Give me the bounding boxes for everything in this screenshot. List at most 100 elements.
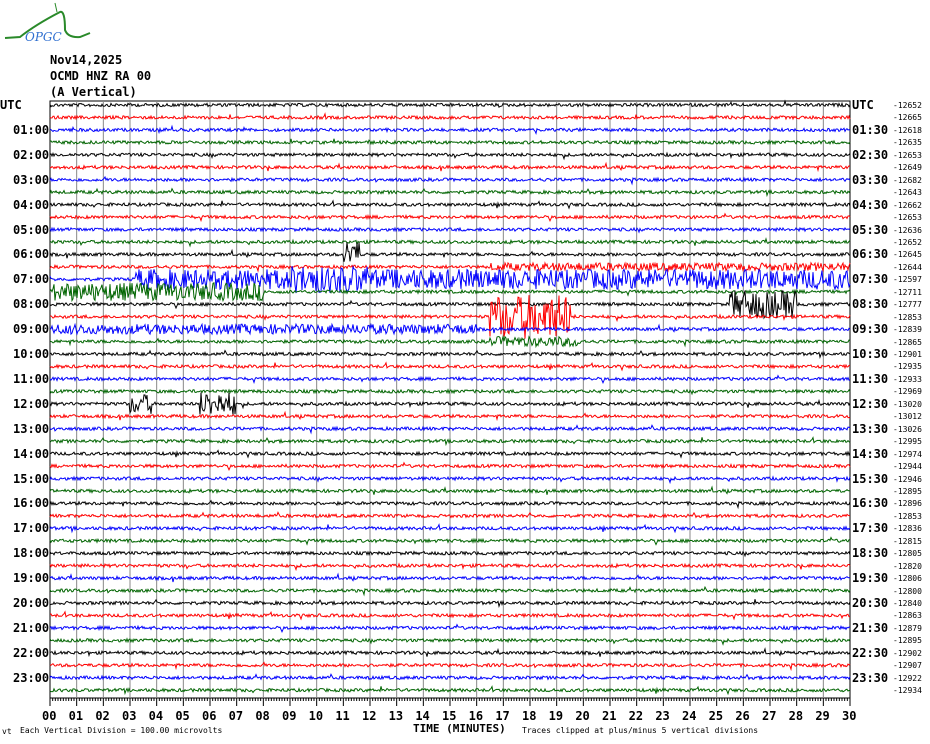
trace-offset: -13012 <box>893 412 922 422</box>
left-hour-label: 16:00 <box>13 496 50 511</box>
left-hour-label: 07:00 <box>13 272 50 287</box>
right-hour-label: 10:30 <box>852 347 889 361</box>
x-tick-label: 23 <box>655 709 670 723</box>
trace-offset: -12969 <box>893 387 922 397</box>
left-hour-label: 03:00 <box>13 172 50 187</box>
x-tick-label: 10 <box>308 709 324 723</box>
x-tick-label: 09 <box>282 709 297 723</box>
x-tick-label: 01 <box>68 709 84 723</box>
trace-offset: -12853 <box>893 312 922 322</box>
right-hour-label: 08:30 <box>852 297 889 312</box>
trace-offset: -12662 <box>893 200 922 210</box>
left-hour-label: 04:00 <box>13 197 50 212</box>
right-hour-label: 07:30 <box>852 272 889 287</box>
right-hour-label: 18:30 <box>852 546 889 561</box>
x-tick-label: 08 <box>255 709 270 723</box>
x-tick-label: 22 <box>628 709 644 723</box>
trace-offset: -12665 <box>893 113 922 123</box>
trace-offset: -12653 <box>893 150 922 160</box>
trace-offset: -12618 <box>893 125 922 135</box>
x-tick-label: 02 <box>95 709 110 723</box>
trace-offset: -12805 <box>893 549 922 559</box>
x-tick-label: 17 <box>495 709 510 723</box>
x-tick-label: 19 <box>548 709 564 723</box>
left-hour-label: UTC <box>0 98 22 112</box>
right-hour-label: 09:30 <box>852 322 889 337</box>
left-hour-label: 11:00 <box>13 371 50 386</box>
trace-offset: -12652 <box>893 237 922 247</box>
x-tick-label: 15 <box>442 709 457 723</box>
clip-note: Traces clipped at plus/minus 5 vertical … <box>522 726 759 735</box>
x-tick-label: 25 <box>708 709 724 723</box>
trace-offset: -12836 <box>893 524 922 534</box>
left-hour-label: 14:00 <box>13 446 50 461</box>
right-hour-label: 12:30 <box>852 396 889 411</box>
trace-offset: -12907 <box>893 661 922 671</box>
x-tick-label: 26 <box>735 709 750 723</box>
left-hour-label: 12:00 <box>13 396 50 411</box>
trace-offset: -12896 <box>893 499 922 509</box>
helicorder-plot <box>49 99 851 706</box>
trace-offset: -12820 <box>893 561 922 571</box>
right-hour-label: UTC <box>852 98 874 112</box>
x-tick-label: 24 <box>682 709 697 723</box>
right-hour-label: 22:30 <box>852 645 889 660</box>
x-tick-label: 14 <box>415 709 430 723</box>
right-hour-label: 19:30 <box>852 571 889 586</box>
trace-offset: -12839 <box>893 325 922 335</box>
trace-offset: -12652 <box>893 101 922 110</box>
trace-offset: -12653 <box>893 213 922 223</box>
trace-offset: -12865 <box>893 337 922 347</box>
left-hour-label: 10:00 <box>13 347 50 361</box>
x-tick-label: 00 <box>42 709 57 723</box>
left-hour-label: 08:00 <box>13 297 50 312</box>
x-tick-label: 12 <box>362 709 377 723</box>
right-hour-label: 01:30 <box>852 122 889 137</box>
right-hour-label: 06:30 <box>852 247 889 262</box>
trace-offset: -12682 <box>893 175 922 185</box>
right-hour-label: 02:30 <box>852 147 889 162</box>
trace-offset: -12933 <box>893 374 922 384</box>
right-hour-label: 14:30 <box>852 446 889 461</box>
x-tick-label: 27 <box>762 709 777 723</box>
right-hour-label: 17:30 <box>852 521 889 536</box>
trace-offset: -12995 <box>893 437 922 447</box>
trace-offset: -13020 <box>893 399 922 409</box>
left-hour-label: 15:00 <box>13 471 50 486</box>
x-tick-label: 13 <box>388 709 404 723</box>
trace-offset: -12974 <box>893 449 922 459</box>
x-tick-label: 21 <box>602 709 617 723</box>
left-hour-label: 01:00 <box>13 122 50 137</box>
division-note: Each Vertical Division = 100.00 microvol… <box>20 726 223 735</box>
trace-offset: -13026 <box>893 424 922 434</box>
x-tick-label: 28 <box>788 709 804 723</box>
left-hour-label: 06:00 <box>13 247 50 262</box>
trace-offset: -12840 <box>893 599 922 608</box>
left-hour-label: 05:00 <box>13 222 50 237</box>
left-hour-label: 18:00 <box>13 546 50 561</box>
trace-offset: -12643 <box>893 188 922 198</box>
right-hour-label: 05:30 <box>852 222 889 237</box>
right-hour-label: 03:30 <box>852 172 889 187</box>
trace-offset: -12863 <box>893 611 922 621</box>
x-tick-label: 20 <box>575 709 590 723</box>
left-hour-label: 17:00 <box>13 521 50 536</box>
x-tick-label: 11 <box>335 709 350 723</box>
trace-offset: -12879 <box>893 623 922 633</box>
x-tick-label: 04 <box>148 709 164 723</box>
trace-offset: -12806 <box>893 574 922 584</box>
right-hour-label: 23:30 <box>852 670 889 685</box>
x-tick-label: 07 <box>228 709 244 723</box>
trace-offset: -12777 <box>893 300 922 310</box>
x-tick-label: 06 <box>202 709 217 723</box>
right-hour-label: 04:30 <box>852 197 889 212</box>
left-hour-label: 19:00 <box>13 571 50 586</box>
trace-offset: -12649 <box>893 163 922 173</box>
trace-offset: -12645 <box>893 250 922 260</box>
right-hour-label: 21:30 <box>852 620 889 635</box>
x-tick-label: 29 <box>815 709 830 723</box>
trace-offset: -12636 <box>893 225 922 235</box>
corner-mark: vt <box>2 727 12 736</box>
left-hour-label: 23:00 <box>13 670 50 685</box>
left-hour-label: 09:00 <box>13 322 50 337</box>
